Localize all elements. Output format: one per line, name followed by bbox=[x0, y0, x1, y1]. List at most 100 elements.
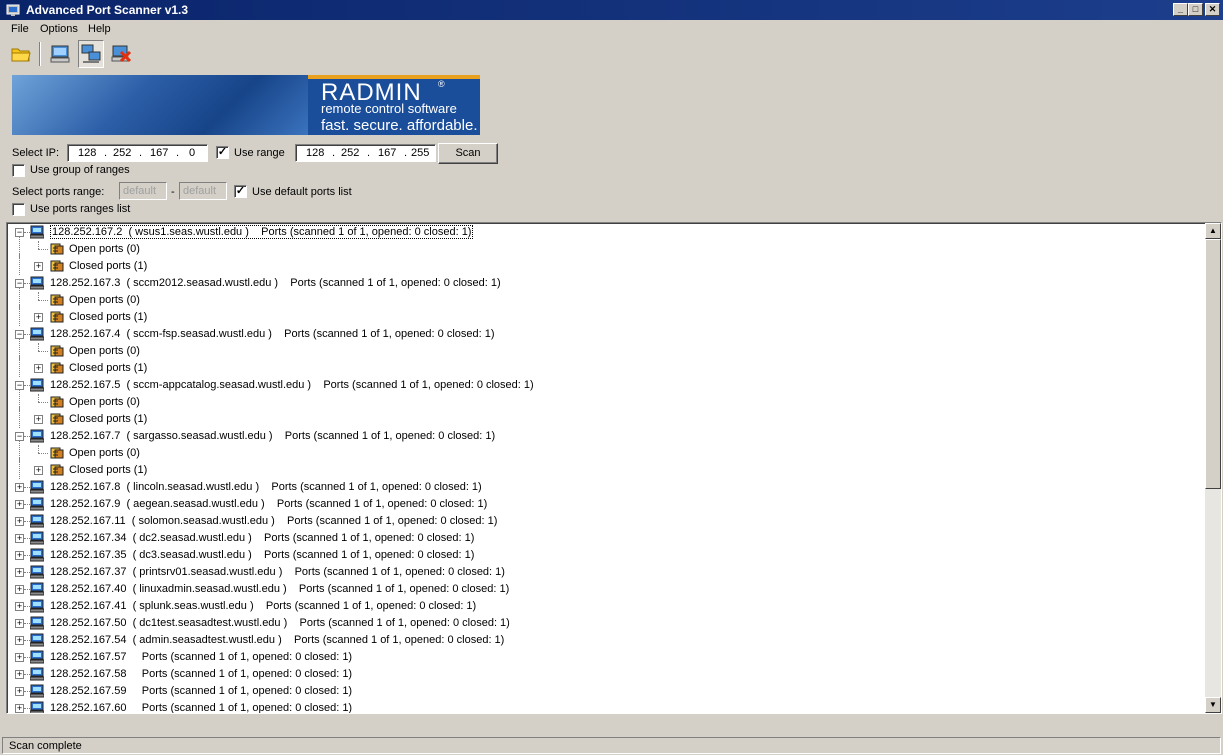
ports-to-input[interactable]: default bbox=[179, 182, 227, 200]
network-computers-button[interactable] bbox=[78, 40, 104, 68]
host-row[interactable]: +128.252.167.60 Ports (scanned 1 of 1, o… bbox=[7, 700, 1205, 713]
collapse-toggle[interactable]: − bbox=[15, 228, 24, 237]
host-row-text: 128.252.167.2 ( wsus1.seas.wustl.edu ) P… bbox=[50, 225, 474, 239]
expand-toggle[interactable]: + bbox=[15, 653, 24, 662]
ports-icon bbox=[50, 260, 64, 272]
host-row[interactable]: − 128.252.167.7 ( sargasso.seasad.wustl.e… bbox=[7, 428, 1205, 445]
scan-button[interactable]: Scan bbox=[438, 143, 498, 164]
expand-toggle[interactable]: + bbox=[34, 466, 43, 475]
ports-icon bbox=[50, 243, 64, 255]
ports-from-input[interactable]: default bbox=[119, 182, 167, 200]
ports-row[interactable]: Open ports (0) bbox=[7, 237, 1205, 258]
expand-toggle[interactable]: + bbox=[34, 313, 43, 322]
expand-toggle[interactable]: + bbox=[15, 619, 24, 628]
host-row[interactable]: +128.252.167.9 ( aegean.seasad.wustl.edu… bbox=[7, 496, 1205, 513]
results-tree[interactable]: +128.252.167.60 Ports (scanned 1 of 1, o… bbox=[6, 222, 1222, 714]
host-row-text: 128.252.167.11 ( solomon.seasad.wustl.ed… bbox=[50, 515, 498, 527]
radmin-ad-banner[interactable]: RADMIN ® remote control software fast. s… bbox=[12, 75, 480, 135]
tree-connector bbox=[38, 402, 48, 403]
expand-toggle[interactable]: + bbox=[15, 517, 24, 526]
ports-row[interactable]: Open ports (0) bbox=[7, 390, 1205, 411]
ports-row[interactable]: + Closed ports (1) bbox=[7, 254, 1205, 275]
scroll-down-arrow[interactable]: ▼ bbox=[1205, 697, 1221, 713]
host-row[interactable]: +128.252.167.35 ( dc3.seasad.wustl.edu )… bbox=[7, 547, 1205, 564]
tree-connector bbox=[38, 394, 39, 402]
host-row-text: 128.252.167.40 ( linuxadmin.seasad.wustl… bbox=[50, 583, 510, 595]
host-row[interactable]: +128.252.167.34 ( dc2.seasad.wustl.edu )… bbox=[7, 530, 1205, 547]
maximize-button[interactable]: □ bbox=[1188, 3, 1203, 16]
host-row[interactable]: +128.252.167.59 Ports (scanned 1 of 1, o… bbox=[7, 683, 1205, 700]
host-row[interactable]: +128.252.167.37 ( printsrv01.seasad.wust… bbox=[7, 564, 1205, 581]
expand-toggle[interactable]: + bbox=[15, 585, 24, 594]
ports-row[interactable]: Open ports (0) bbox=[7, 339, 1205, 360]
scroll-up-arrow[interactable]: ▲ bbox=[1205, 223, 1221, 239]
select-ip-label: Select IP: bbox=[12, 147, 60, 159]
host-row[interactable]: +128.252.167.41 ( splunk.seas.wustl.edu … bbox=[7, 598, 1205, 615]
stop-scan-button[interactable] bbox=[108, 40, 134, 68]
menu-file[interactable]: File bbox=[11, 23, 29, 35]
toolbar-separator bbox=[39, 42, 41, 66]
expand-toggle[interactable]: + bbox=[15, 500, 24, 509]
computer-icon bbox=[30, 599, 44, 613]
expand-toggle[interactable]: + bbox=[15, 636, 24, 645]
close-button[interactable]: ✕ bbox=[1205, 3, 1220, 16]
host-row[interactable]: +128.252.167.40 ( linuxadmin.seasad.wust… bbox=[7, 581, 1205, 598]
host-row[interactable]: +128.252.167.58 Ports (scanned 1 of 1, o… bbox=[7, 666, 1205, 683]
ports-row[interactable]: + Closed ports (1) bbox=[7, 458, 1205, 479]
ports-row[interactable]: + Closed ports (1) bbox=[7, 305, 1205, 326]
collapse-toggle[interactable]: − bbox=[15, 381, 24, 390]
open-folder-button[interactable] bbox=[8, 40, 34, 68]
ports-row[interactable]: Open ports (0) bbox=[7, 288, 1205, 309]
host-row-text: 128.252.167.3 ( sccm2012.seasad.wustl.ed… bbox=[50, 277, 501, 289]
scrollbar-thumb[interactable] bbox=[1205, 239, 1221, 489]
collapse-toggle[interactable]: − bbox=[15, 330, 24, 339]
expand-toggle[interactable]: + bbox=[34, 415, 43, 424]
use-group-of-ranges-checkbox[interactable] bbox=[12, 164, 25, 177]
host-row[interactable]: +128.252.167.50 ( dc1test.seasadtest.wus… bbox=[7, 615, 1205, 632]
banner-screenshots-image bbox=[12, 75, 308, 135]
use-range-checkbox[interactable]: ✓ bbox=[216, 146, 229, 159]
ports-icon bbox=[50, 294, 64, 306]
collapse-toggle[interactable]: − bbox=[15, 432, 24, 441]
ip-to-input[interactable]: 128 . 252 . 167 . 255 bbox=[295, 144, 436, 162]
collapse-toggle[interactable]: − bbox=[15, 279, 24, 288]
host-row[interactable]: +128.252.167.11 ( solomon.seasad.wustl.e… bbox=[7, 513, 1205, 530]
host-row[interactable]: +128.252.167.57 Ports (scanned 1 of 1, o… bbox=[7, 649, 1205, 666]
computer-icon bbox=[30, 667, 44, 681]
expand-toggle[interactable]: + bbox=[34, 364, 43, 373]
expand-toggle[interactable]: + bbox=[15, 551, 24, 560]
host-row[interactable]: − 128.252.167.2 ( wsus1.seas.wustl.edu ) … bbox=[7, 224, 1205, 241]
expand-toggle[interactable]: + bbox=[15, 483, 24, 492]
host-row[interactable]: +128.252.167.8 ( lincoln.seasad.wustl.ed… bbox=[7, 479, 1205, 496]
computer-icon bbox=[30, 429, 44, 443]
expand-toggle[interactable]: + bbox=[34, 262, 43, 271]
expand-toggle[interactable]: + bbox=[15, 670, 24, 679]
minimize-button[interactable]: _ bbox=[1173, 3, 1188, 16]
menu-options[interactable]: Options bbox=[40, 23, 78, 35]
computer-icon bbox=[30, 480, 44, 494]
expand-toggle[interactable]: + bbox=[15, 602, 24, 611]
host-row[interactable]: − 128.252.167.4 ( sccm-fsp.seasad.wustl.e… bbox=[7, 326, 1205, 343]
ports-row[interactable]: Open ports (0) bbox=[7, 441, 1205, 462]
ports-icon bbox=[50, 345, 64, 357]
use-default-ports-checkbox[interactable]: ✓ bbox=[234, 185, 247, 198]
ports-row-text: Closed ports (1) bbox=[69, 260, 148, 272]
ports-row[interactable]: + Closed ports (1) bbox=[7, 356, 1205, 377]
expand-toggle[interactable]: + bbox=[15, 534, 24, 543]
menu-help[interactable]: Help bbox=[88, 23, 111, 35]
scan-computer-button[interactable] bbox=[47, 40, 73, 68]
host-row[interactable]: +128.252.167.54 ( admin.seasadtest.wustl… bbox=[7, 632, 1205, 649]
use-ports-ranges-checkbox[interactable] bbox=[12, 203, 25, 216]
host-row[interactable]: − 128.252.167.3 ( sccm2012.seasad.wustl.e… bbox=[7, 275, 1205, 292]
expand-toggle[interactable]: + bbox=[15, 704, 24, 713]
status-panel: Scan complete bbox=[2, 737, 1221, 754]
ports-row[interactable]: + Closed ports (1) bbox=[7, 407, 1205, 428]
vertical-scrollbar[interactable]: ▲ ▼ bbox=[1205, 223, 1221, 713]
expand-toggle[interactable]: + bbox=[15, 687, 24, 696]
ip-from-input[interactable]: 128 . 252 . 167 . 0 bbox=[67, 144, 208, 162]
ports-row-text: Open ports (0) bbox=[69, 396, 140, 408]
open-folder-icon bbox=[11, 48, 31, 62]
use-ports-ranges-label: Use ports ranges list bbox=[30, 203, 131, 215]
host-row[interactable]: − 128.252.167.5 ( sccm-appcatalog.seasad.… bbox=[7, 377, 1205, 394]
expand-toggle[interactable]: + bbox=[15, 568, 24, 577]
